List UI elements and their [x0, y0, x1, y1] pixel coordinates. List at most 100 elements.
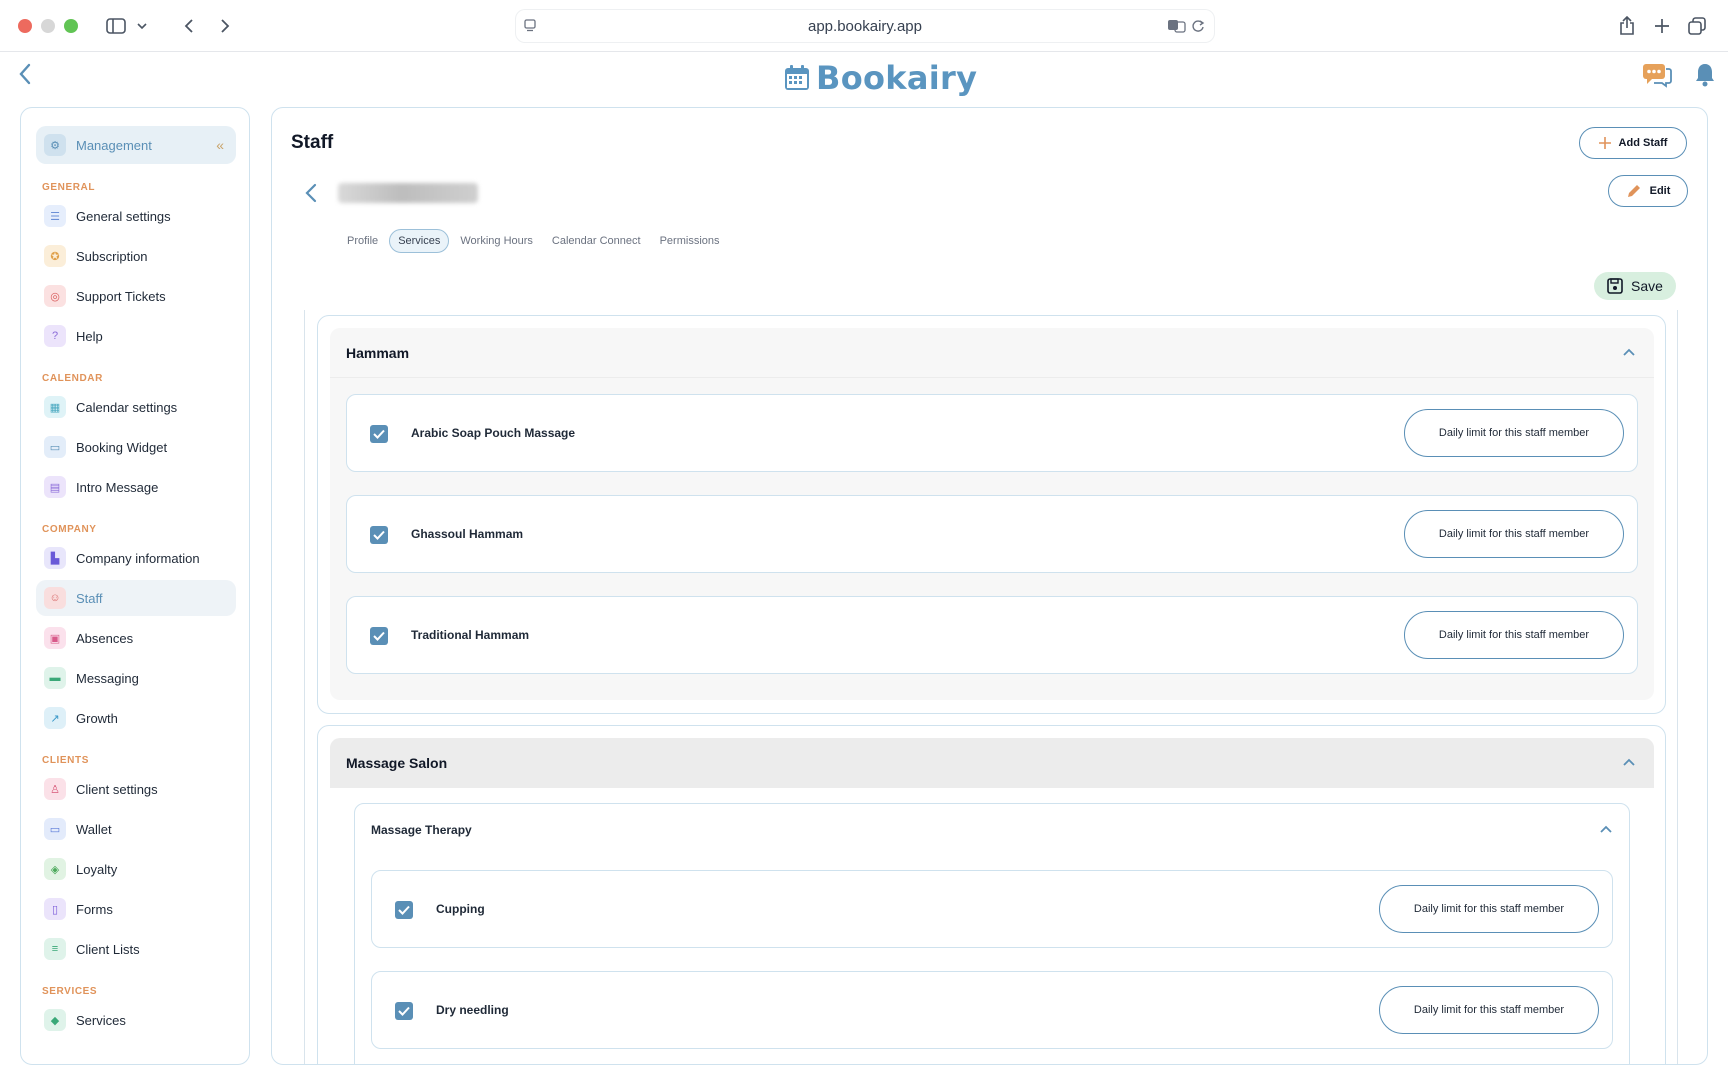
- sliders-icon: ☰: [44, 205, 66, 227]
- sidebar-item-intro-message[interactable]: ▤ Intro Message: [36, 469, 236, 505]
- service-checkbox[interactable]: [370, 627, 388, 645]
- add-staff-button[interactable]: Add Staff: [1579, 127, 1687, 159]
- service-row: Dry needling Daily limit for this staff …: [371, 971, 1613, 1049]
- chevron-up-icon[interactable]: [1622, 345, 1636, 359]
- sidebar-item-loyalty[interactable]: ◈ Loyalty: [36, 851, 236, 887]
- url-text: app.bookairy.app: [808, 17, 922, 35]
- tab-overview-button[interactable]: [1684, 9, 1710, 43]
- close-window-button[interactable]: [18, 19, 32, 33]
- maximize-window-button[interactable]: [64, 19, 78, 33]
- sidebar-item-label: Absences: [76, 630, 134, 646]
- daily-limit-button[interactable]: Daily limit for this staff member: [1404, 409, 1624, 457]
- service-name: Cupping: [436, 902, 485, 916]
- sidebar-item-company-information[interactable]: ▙ Company information: [36, 540, 236, 576]
- document-icon: ▯: [44, 898, 66, 920]
- badge-icon: ✪: [44, 245, 66, 267]
- staff-back-button[interactable]: [304, 181, 320, 205]
- sidebar-item-forms[interactable]: ▯ Forms: [36, 891, 236, 927]
- sidebar-item-client-lists[interactable]: ≡ Client Lists: [36, 931, 236, 967]
- sidebar-item-calendar-settings[interactable]: ▦ Calendar settings: [36, 389, 236, 425]
- daily-limit-button[interactable]: Daily limit for this staff member: [1379, 885, 1599, 933]
- sidebar-item-support-tickets[interactable]: ◎ Support Tickets: [36, 278, 236, 314]
- sidebar-item-general-settings[interactable]: ☰ General settings: [36, 198, 236, 234]
- browser-forward-button[interactable]: [212, 9, 238, 43]
- question-icon: ?: [44, 325, 66, 347]
- chat-icon: ▬: [44, 667, 66, 689]
- sidebar-item-client-settings[interactable]: ♙ Client settings: [36, 771, 236, 807]
- save-button[interactable]: Save: [1594, 272, 1676, 300]
- service-name: Arabic Soap Pouch Massage: [411, 426, 576, 440]
- share-button[interactable]: [1614, 9, 1640, 43]
- sidebar-item-help[interactable]: ? Help: [36, 318, 236, 354]
- list-icon: ≡: [44, 938, 66, 960]
- bell-icon: [1696, 64, 1714, 87]
- category-header[interactable]: Massage Salon: [330, 738, 1654, 788]
- calendar-logo-icon: [785, 65, 809, 90]
- calendar-off-icon: ▣: [44, 627, 66, 649]
- subcategory-title: Massage Therapy: [371, 823, 472, 837]
- lifebuoy-icon: ◎: [44, 285, 66, 307]
- sidebar-item-label: Messaging: [76, 670, 139, 686]
- sidebar-toggle-button[interactable]: [97, 9, 157, 43]
- sidebar-item-label: Client Lists: [76, 941, 140, 957]
- minimize-window-button[interactable]: [41, 19, 55, 33]
- reload-icon[interactable]: [1191, 19, 1205, 33]
- tab-services[interactable]: Services: [389, 229, 450, 253]
- sidebar-item-subscription[interactable]: ✪ Subscription: [36, 238, 236, 274]
- sidebar-item-wallet[interactable]: ▭ Wallet: [36, 811, 236, 847]
- check-icon: [373, 429, 385, 439]
- gear-icon: ⚙: [44, 134, 66, 156]
- sidebar-item-label: Loyalty: [76, 861, 118, 877]
- category-header[interactable]: Hammam: [330, 328, 1654, 378]
- category-card-massage-salon: Massage Salon Massage Therapy Cupping Da…: [317, 725, 1666, 1064]
- translate-icon[interactable]: [1167, 19, 1187, 33]
- sidebar-item-label: General settings: [76, 208, 171, 224]
- app-back-button[interactable]: [18, 62, 42, 92]
- chevron-left-icon: [19, 63, 31, 85]
- chevron-up-icon[interactable]: [1622, 755, 1636, 769]
- app-header: Bookairy: [0, 52, 1728, 108]
- daily-limit-button[interactable]: Daily limit for this staff member: [1379, 986, 1599, 1034]
- user-icon: ♙: [44, 778, 66, 800]
- edit-button[interactable]: Edit: [1608, 175, 1688, 207]
- service-checkbox[interactable]: [395, 901, 413, 919]
- tab-calendar-connect[interactable]: Calendar Connect: [544, 230, 649, 252]
- widget-icon: ▭: [44, 436, 66, 458]
- sidebar-item-booking-widget[interactable]: ▭ Booking Widget: [36, 429, 236, 465]
- floppy-disk-icon: [1607, 278, 1623, 294]
- collapse-sidebar-icon[interactable]: «: [216, 137, 224, 153]
- address-bar[interactable]: app.bookairy.app: [515, 9, 1215, 43]
- tab-permissions[interactable]: Permissions: [652, 230, 728, 252]
- sidebar-item-label: Client settings: [76, 781, 158, 797]
- sidebar-item-label: Staff: [76, 590, 103, 606]
- sidebar-item-services[interactable]: ◆ Services: [36, 1002, 236, 1038]
- sidebar-item-staff[interactable]: ☺ Staff: [36, 580, 236, 616]
- service-checkbox[interactable]: [395, 1002, 413, 1020]
- management-header[interactable]: ⚙ Management «: [36, 126, 236, 164]
- chevron-down-icon: [137, 23, 147, 30]
- share-icon: [1620, 16, 1634, 35]
- page-menu-icon: [524, 19, 536, 32]
- new-tab-button[interactable]: [1649, 9, 1675, 43]
- daily-limit-button[interactable]: Daily limit for this staff member: [1404, 611, 1624, 659]
- sidebar-item-messaging[interactable]: ▬ Messaging: [36, 660, 236, 696]
- section-title-company: COMPANY: [42, 524, 97, 535]
- diamond-icon: ◆: [44, 1009, 66, 1031]
- sidebar-item-absences[interactable]: ▣ Absences: [36, 620, 236, 656]
- tab-working-hours[interactable]: Working Hours: [452, 230, 541, 252]
- tab-profile[interactable]: Profile: [339, 230, 386, 252]
- notifications-button[interactable]: [1694, 62, 1716, 93]
- section-title-calendar: CALENDAR: [42, 373, 103, 384]
- sidebar-item-growth[interactable]: ↗ Growth: [36, 700, 236, 736]
- services-scroll-area[interactable]: Hammam Arabic Soap Pouch Massage Daily l…: [304, 310, 1678, 1064]
- service-checkbox[interactable]: [370, 526, 388, 544]
- browser-back-button[interactable]: [176, 9, 202, 43]
- sidebar-item-label: Forms: [76, 901, 113, 917]
- chevron-left-icon: [184, 19, 193, 33]
- chat-support-button[interactable]: [1642, 62, 1672, 93]
- daily-limit-button[interactable]: Daily limit for this staff member: [1404, 510, 1624, 558]
- category-card-hammam: Hammam Arabic Soap Pouch Massage Daily l…: [317, 315, 1666, 714]
- chevron-up-icon[interactable]: [1599, 822, 1613, 836]
- service-checkbox[interactable]: [370, 425, 388, 443]
- chevron-left-icon: [305, 183, 317, 203]
